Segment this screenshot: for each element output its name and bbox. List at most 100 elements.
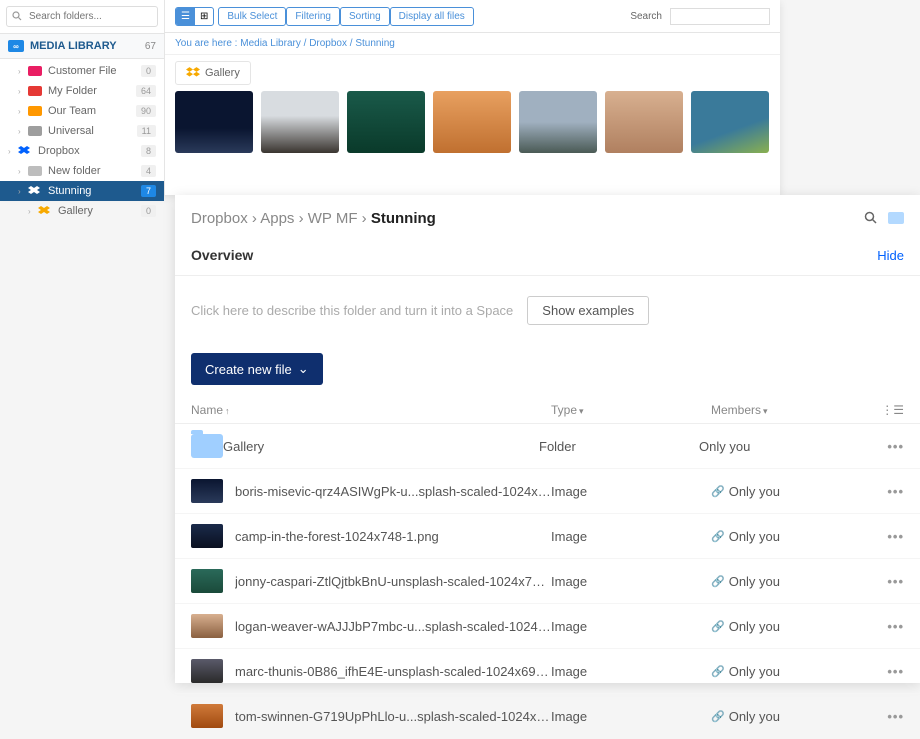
column-type[interactable]: Type▾ (551, 403, 711, 417)
thumbnail[interactable] (261, 91, 339, 153)
dropdown-icon: ▾ (579, 406, 584, 416)
sidebar-item-label: Gallery (58, 205, 141, 217)
file-row[interactable]: tom-swinnen-G719UpPhLlo-u...splash-scale… (175, 694, 920, 739)
search-input[interactable] (6, 6, 158, 27)
thumbnail[interactable] (691, 91, 769, 153)
file-type: Image (551, 664, 711, 679)
thumbnail[interactable] (175, 91, 253, 153)
thumbnail[interactable] (519, 91, 597, 153)
file-name: jonny-caspari-ZtlQjtbkBnU-unsplash-scale… (235, 574, 551, 589)
chevron-icon: › (18, 87, 28, 96)
chevron-down-icon: ⌄ (298, 361, 309, 377)
sidebar-item-count: 7 (141, 185, 156, 197)
chevron-icon: › (18, 67, 28, 76)
toolbar-display-all-files-button[interactable]: Display all files (390, 7, 474, 26)
dropbox-breadcrumb[interactable]: Dropbox › Apps › WP MF › Stunning (191, 210, 436, 227)
more-actions-button[interactable]: ••• (864, 439, 904, 454)
column-members[interactable]: Members▾ (711, 403, 864, 417)
more-actions-button[interactable]: ••• (864, 574, 904, 589)
more-actions-button[interactable]: ••• (864, 529, 904, 544)
link-icon: 🔗 (711, 485, 725, 498)
more-actions-button[interactable]: ••• (864, 484, 904, 499)
sidebar-item-label: Customer File (48, 65, 141, 77)
toolbar-filtering-button[interactable]: Filtering (286, 7, 340, 26)
image-thumbnail-icon (191, 479, 223, 503)
sidebar-item-label: Dropbox (38, 145, 141, 157)
toolbar-bulk-select-button[interactable]: Bulk Select (218, 7, 286, 26)
sidebar-item-universal[interactable]: ›Universal11 (0, 121, 164, 141)
describe-row: Click here to describe this folder and t… (175, 275, 920, 345)
create-new-file-button[interactable]: Create new file ⌄ (191, 353, 323, 385)
file-name: tom-swinnen-G719UpPhLlo-u...splash-scale… (235, 709, 551, 724)
sidebar-item-count: 64 (136, 85, 156, 97)
more-actions-button[interactable]: ••• (864, 664, 904, 679)
breadcrumb-link[interactable]: Media Library (240, 38, 301, 49)
sidebar-item-gallery[interactable]: ›Gallery0 (0, 201, 164, 221)
thumbnail[interactable] (347, 91, 425, 153)
folder-icon (28, 86, 42, 96)
sidebar-item-label: Our Team (48, 105, 136, 117)
file-row[interactable]: camp-in-the-forest-1024x748-1.pngImage🔗O… (175, 514, 920, 559)
sidebar-item-count: 0 (141, 205, 156, 217)
file-type: Image (551, 484, 711, 499)
file-row[interactable]: marc-thunis-0B86_ifhE4E-unsplash-scaled-… (175, 649, 920, 694)
chevron-icon: › (8, 147, 18, 156)
sidebar-item-label: New folder (48, 165, 141, 177)
file-name: boris-misevic-qrz4ASIWgPk-u...splash-sca… (235, 484, 551, 499)
more-actions-button[interactable]: ••• (864, 619, 904, 634)
sidebar-item-new-folder[interactable]: ›New folder4 (0, 161, 164, 181)
toolbar-search-input[interactable] (670, 8, 770, 25)
overview-title: Overview (191, 247, 253, 263)
file-name: marc-thunis-0B86_ifhE4E-unsplash-scaled-… (235, 664, 551, 679)
more-actions-button[interactable]: ••• (864, 709, 904, 724)
thumbnail[interactable] (605, 91, 683, 153)
link-icon: 🔗 (711, 575, 725, 588)
image-thumbnail-icon (191, 704, 223, 728)
sidebar-item-count: 11 (137, 125, 156, 137)
sidebar-item-our-team[interactable]: ›Our Team90 (0, 101, 164, 121)
dropbox-icon (186, 67, 200, 79)
library-header[interactable]: ∞ MEDIA LIBRARY 67 (0, 34, 164, 59)
view-options-icon[interactable]: ⋮☰ (864, 403, 904, 417)
file-row[interactable]: logan-weaver-wAJJJbP7mbc-u...splash-scal… (175, 604, 920, 649)
column-name[interactable]: Name↑ (191, 403, 551, 417)
overview-row: Overview Hide (175, 241, 920, 275)
link-icon: 🔗 (711, 620, 725, 633)
toolbar-search-label: Search (630, 11, 662, 22)
sidebar-item-dropbox[interactable]: ›Dropbox8 (0, 141, 164, 161)
file-row[interactable]: boris-misevic-qrz4ASIWgPk-u...splash-sca… (175, 469, 920, 514)
file-type: Image (551, 529, 711, 544)
view-toggle[interactable]: ☰ ⊞ (175, 7, 214, 26)
file-row[interactable]: GalleryFolderOnly you••• (175, 424, 920, 469)
image-thumbnail-icon (191, 524, 223, 548)
thumbnail[interactable] (433, 91, 511, 153)
describe-placeholder[interactable]: Click here to describe this folder and t… (191, 303, 513, 318)
breadcrumb-link[interactable]: Stunning (355, 38, 394, 49)
breadcrumb-link[interactable]: Dropbox (309, 38, 347, 49)
chevron-icon: › (18, 127, 28, 136)
hide-button[interactable]: Hide (877, 248, 904, 263)
chevron-icon: › (18, 107, 28, 116)
gallery-tag[interactable]: Gallery (175, 61, 251, 85)
dropbox-search-button[interactable] (860, 207, 882, 229)
file-row[interactable]: jonny-caspari-ZtlQjtbkBnU-unsplash-scale… (175, 559, 920, 604)
sidebar-item-stunning[interactable]: ›Stunning7 (0, 181, 164, 201)
chevron-icon: › (18, 187, 28, 196)
file-type: Image (551, 709, 711, 724)
sidebar-item-my-folder[interactable]: ›My Folder64 (0, 81, 164, 101)
file-members: 🔗Only you (711, 529, 864, 544)
create-button-label: Create new file (205, 362, 292, 377)
file-type: Image (551, 619, 711, 634)
sidebar-item-count: 0 (141, 65, 156, 77)
table-header: Name↑ Type▾ Members▾ ⋮☰ (175, 397, 920, 424)
library-title: MEDIA LIBRARY (30, 40, 145, 52)
show-examples-button[interactable]: Show examples (527, 296, 649, 325)
sidebar-item-customer-file[interactable]: › Customer File0 (0, 61, 164, 81)
toolbar-sorting-button[interactable]: Sorting (340, 7, 390, 26)
folder-view-icon[interactable] (888, 212, 904, 224)
file-members: 🔗Only you (711, 664, 864, 679)
sort-asc-icon: ↑ (225, 406, 230, 416)
file-members: Only you (699, 439, 864, 454)
grid-view-icon[interactable]: ⊞ (195, 8, 213, 25)
list-view-icon[interactable]: ☰ (176, 8, 195, 25)
